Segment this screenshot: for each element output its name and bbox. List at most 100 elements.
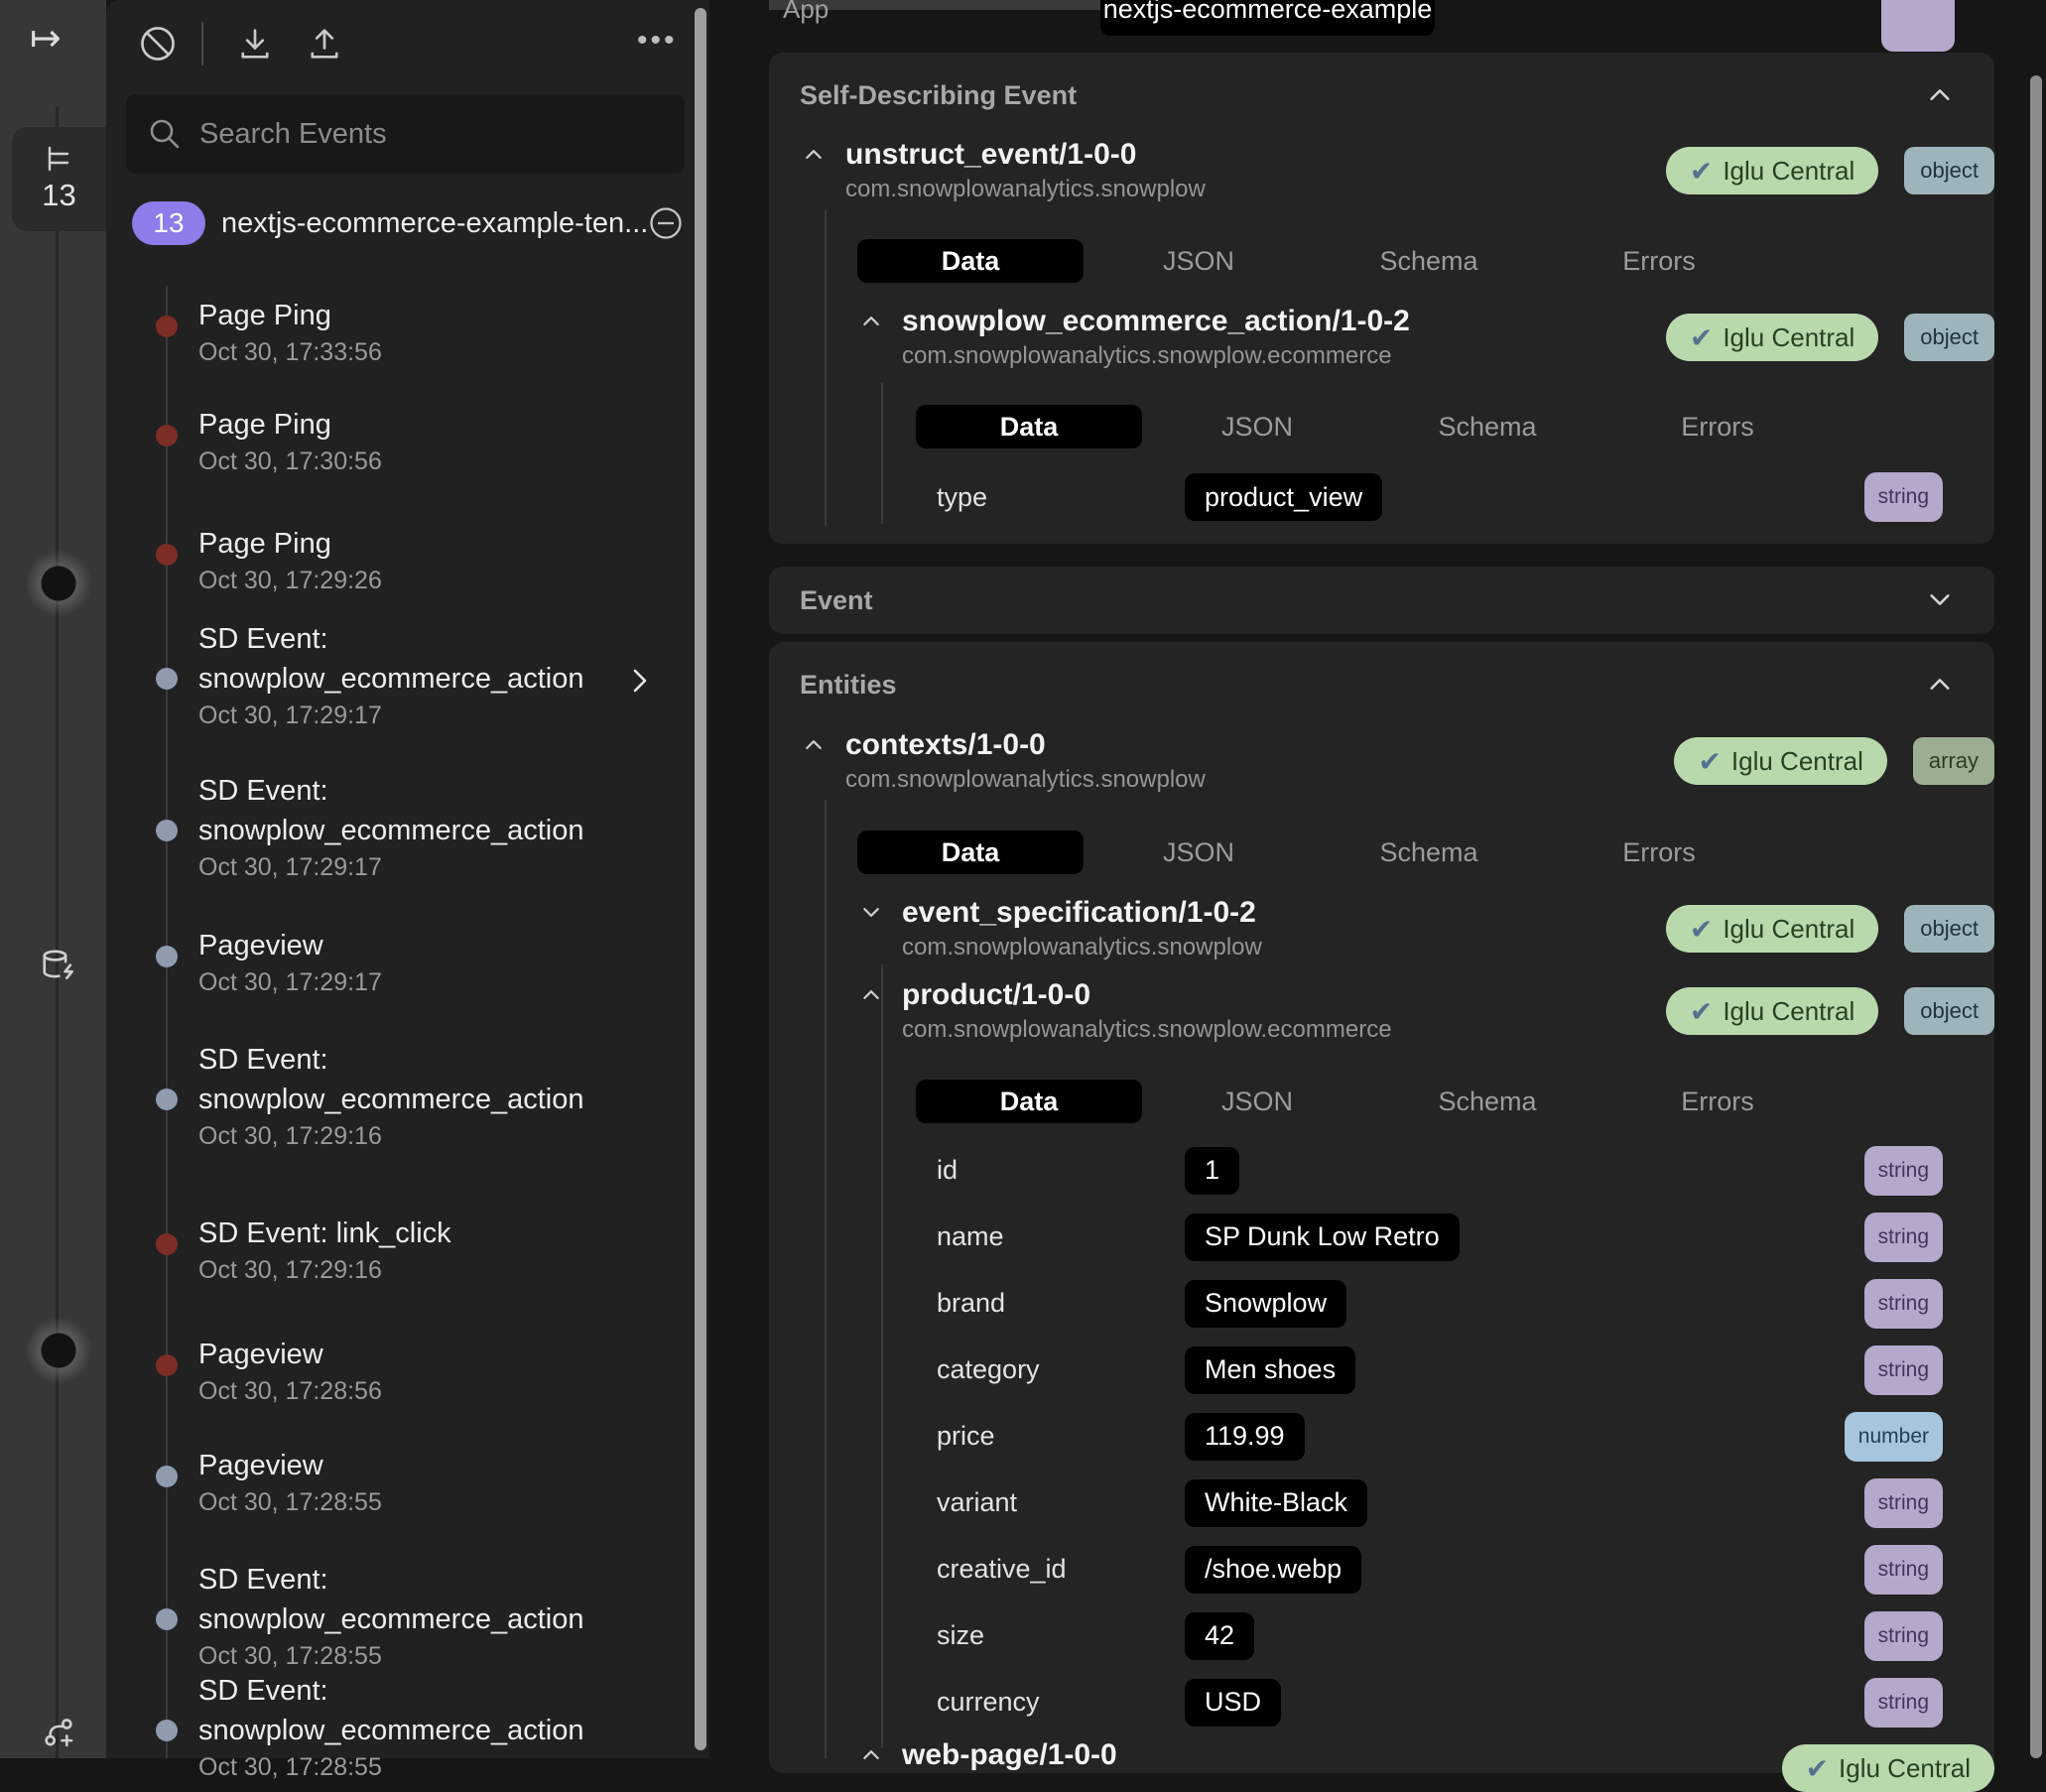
field-type-badge: number [1845, 1412, 1943, 1462]
field-key: size [937, 1620, 1185, 1651]
event-title: SD Event: snowplow_ecommerce_action [198, 1040, 647, 1119]
iglu-central-badge[interactable]: ✔Iglu Central [1666, 314, 1878, 361]
collapse-entity-icon[interactable] [863, 989, 879, 999]
iglu-central-badge[interactable]: ✔Iglu Central [1666, 147, 1878, 194]
download-icon[interactable] [235, 24, 275, 64]
field-value-pill: /shoe.webp [1185, 1546, 1361, 1594]
event-dot [156, 946, 178, 967]
tab-errors[interactable]: Errors [1544, 837, 1774, 868]
tab-errors[interactable]: Errors [1602, 1087, 1833, 1117]
event-title: Page Ping [198, 405, 647, 445]
list-item[interactable]: SD Event: snowplow_ecommerce_action Oct … [198, 1560, 647, 1673]
tab-json[interactable]: JSON [1084, 837, 1314, 868]
list-item[interactable]: SD Event: snowplow_ecommerce_action Oct … [198, 771, 647, 884]
tab-group: Data JSON Schema Errors [857, 831, 1774, 874]
list-item[interactable]: Page Ping Oct 30, 17:30:56 [198, 405, 647, 478]
main-scrollbar[interactable] [2030, 75, 2042, 1758]
collapse-entity-icon[interactable] [863, 316, 879, 325]
type-kind-badge: object [1904, 905, 1994, 953]
list-item[interactable]: Page Ping Oct 30, 17:29:26 [198, 524, 647, 597]
list-item[interactable]: SD Event: snowplow_ecommerce_action Oct … [198, 1671, 647, 1784]
tab-schema[interactable]: Schema [1314, 837, 1544, 868]
git-branch-plus-icon[interactable] [40, 1715, 77, 1752]
event-count: 13 [42, 178, 75, 213]
table-row: category Men shoes string [937, 1337, 1943, 1403]
entity-name[interactable]: web-page/1-0-0 [902, 1738, 1117, 1772]
field-type-badge: string [1864, 1611, 1943, 1661]
event-group-header[interactable]: 13 nextjs-ecommerce-example-ten.... [132, 198, 684, 248]
tab-data[interactable]: Data [857, 831, 1084, 874]
table-row: variant White-Black string [937, 1470, 1943, 1536]
expand-entity-icon[interactable] [863, 907, 879, 917]
field-value-pill: 119.99 [1185, 1413, 1305, 1461]
tab-schema[interactable]: Schema [1372, 412, 1602, 443]
event-dot [156, 544, 178, 566]
list-item[interactable]: Pageview Oct 30, 17:28:55 [198, 1446, 647, 1519]
type-kind-badge: object [1904, 987, 1994, 1035]
table-row: size 42 string [937, 1602, 1943, 1669]
list-item[interactable]: SD Event: snowplow_ecommerce_action Oct … [198, 619, 647, 732]
list-item[interactable]: SD Event: snowplow_ecommerce_action Oct … [198, 1040, 647, 1153]
field-type-badge: string [1864, 1478, 1943, 1528]
event-count-box[interactable]: 13 [12, 127, 106, 231]
iglu-central-badge[interactable]: ✔Iglu Central [1674, 737, 1886, 785]
collapse-section-icon[interactable] [1929, 88, 1951, 101]
iglu-central-badge[interactable]: ✔Iglu Central [1666, 987, 1878, 1035]
timeline-node-dot[interactable] [24, 549, 93, 618]
list-item[interactable]: SD Event: link_click Oct 30, 17:29:16 [198, 1214, 647, 1287]
event-dot [156, 1233, 178, 1255]
list-item[interactable]: Pageview Oct 30, 17:28:56 [198, 1335, 647, 1408]
entity-badges: ✔Iglu Central object [1666, 987, 1994, 1035]
timeline-node-dot[interactable] [24, 1316, 93, 1385]
tab-data[interactable]: Data [916, 405, 1142, 448]
tab-data[interactable]: Data [916, 1080, 1142, 1123]
collapse-sidebar-icon[interactable]: ↦ [30, 16, 62, 61]
app-value-pill: nextjs-ecommerce-example [1100, 0, 1435, 36]
section-title: Entities [800, 670, 897, 701]
tab-data[interactable]: Data [857, 239, 1084, 283]
events-sidebar: ••• 13 nextjs-ecommerce-example-ten.... … [106, 0, 709, 1758]
event-dot [156, 820, 178, 841]
indent-guide [825, 800, 827, 1758]
field-value-pill: 1 [1185, 1147, 1239, 1195]
entity-name[interactable]: unstruct_event/1-0-0 [845, 138, 1136, 172]
list-item[interactable]: Page Ping Oct 30, 17:33:56 [198, 296, 647, 369]
tab-schema[interactable]: Schema [1372, 1087, 1602, 1117]
database-zap-icon[interactable] [40, 949, 77, 986]
search-input[interactable] [199, 118, 663, 151]
more-menu-icon[interactable]: ••• [637, 24, 678, 58]
tab-group: Data JSON Schema Errors [916, 405, 1833, 448]
entity-name[interactable]: event_specification/1-0-2 [902, 896, 1256, 930]
iglu-central-badge[interactable]: ✔Iglu Central [1782, 1744, 1994, 1792]
collapse-entity-icon[interactable] [806, 149, 822, 159]
tab-schema[interactable]: Schema [1314, 246, 1544, 277]
tab-errors[interactable]: Errors [1602, 412, 1833, 443]
expand-section-icon[interactable] [1929, 593, 1951, 606]
field-value-pill: product_view [1185, 473, 1382, 521]
indent-guide [881, 964, 883, 1748]
events-timeline-line [166, 286, 168, 1758]
section-title: Event [800, 585, 873, 616]
tab-json[interactable]: JSON [1142, 412, 1372, 443]
clear-events-icon[interactable] [138, 24, 178, 64]
search-box[interactable] [126, 94, 685, 174]
tab-json[interactable]: JSON [1142, 1087, 1372, 1117]
upload-icon[interactable] [305, 24, 344, 64]
list-item[interactable]: Pageview Oct 30, 17:29:17 [198, 926, 647, 999]
entity-name[interactable]: snowplow_ecommerce_action/1-0-2 [902, 305, 1410, 338]
entity-name[interactable]: contexts/1-0-0 [845, 728, 1046, 762]
event-time: Oct 30, 17:28:55 [198, 1639, 647, 1673]
tab-json[interactable]: JSON [1084, 246, 1314, 277]
event-title: SD Event: snowplow_ecommerce_action [198, 771, 647, 850]
iglu-central-badge[interactable]: ✔Iglu Central [1666, 905, 1878, 953]
collapse-entity-icon[interactable] [806, 739, 822, 749]
minus-circle-icon[interactable] [648, 205, 684, 241]
check-icon: ✔ [1690, 913, 1713, 946]
chevron-right-icon [633, 669, 647, 693]
tab-errors[interactable]: Errors [1544, 246, 1774, 277]
entity-badges: ✔Iglu Central array [1674, 737, 1994, 785]
sidebar-scrollbar[interactable] [695, 8, 706, 1750]
event-title: SD Event: snowplow_ecommerce_action [198, 1560, 647, 1639]
entity-name[interactable]: product/1-0-0 [902, 978, 1090, 1012]
collapse-section-icon[interactable] [1929, 678, 1951, 691]
